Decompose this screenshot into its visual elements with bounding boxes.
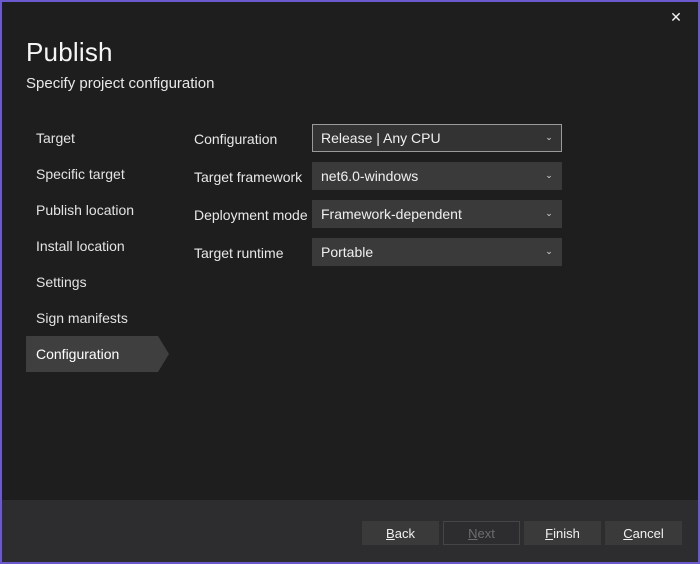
cancel-button[interactable]: Cancel <box>605 521 682 545</box>
chevron-down-icon: ⌄ <box>545 169 553 180</box>
back-button-accelerator: B <box>386 525 395 541</box>
sidebar-item-configuration[interactable]: Configuration <box>2 336 182 372</box>
title-bar: ✕ <box>2 2 698 32</box>
form-row-target-runtime: Target runtime Portable ⌄ <box>194 234 574 272</box>
chevron-down-icon: ⌄ <box>545 245 553 256</box>
configuration-label: Configuration <box>194 131 278 147</box>
target-framework-dropdown[interactable]: net6.0-windows ⌄ <box>312 162 562 190</box>
back-button[interactable]: Back <box>362 521 439 545</box>
header: Publish Specify project configuration <box>26 35 626 95</box>
sidebar-item-settings[interactable]: Settings <box>2 264 182 300</box>
deployment-mode-dropdown[interactable]: Framework-dependent ⌄ <box>312 200 562 228</box>
finish-button-label: inish <box>553 525 580 541</box>
form-row-target-framework: Target framework net6.0-windows ⌄ <box>194 158 574 196</box>
sidebar-item-label: Sign manifests <box>36 310 128 326</box>
configuration-selected-value: Release | Any CPU <box>321 130 441 146</box>
configuration-form: Configuration Release | Any CPU ⌄ Target fr… <box>194 120 574 272</box>
sidebar-item-label: Publish location <box>36 202 135 218</box>
sidebar-item-label: Target <box>36 130 75 146</box>
dialog-footer: Back Next Finish Cancel <box>2 500 698 562</box>
sidebar-item-label: Specific target <box>36 166 125 182</box>
configuration-dropdown[interactable]: Release | Any CPU ⌄ <box>312 124 562 152</box>
close-icon[interactable]: ✕ <box>654 2 698 32</box>
target-framework-selected-value: net6.0-windows <box>321 168 419 184</box>
sidebar-selected-arrow-icon <box>158 336 169 372</box>
target-runtime-dropdown[interactable]: Portable ⌄ <box>312 238 562 266</box>
sidebar-item-publish-location[interactable]: Publish location <box>2 192 182 228</box>
sidebar-item-label: Install location <box>36 238 125 254</box>
page-subtitle: Specify project configuration <box>26 75 215 92</box>
wizard-steps-sidebar: Target Specific target Publish location Ins… <box>2 120 182 372</box>
sidebar-item-specific-target[interactable]: Specific target <box>2 156 182 192</box>
next-button: Next <box>443 521 520 545</box>
next-button-accelerator: N <box>468 525 478 541</box>
deployment-mode-selected-value: Framework-dependent <box>321 206 462 222</box>
sidebar-item-sign-manifests[interactable]: Sign manifests <box>2 300 182 336</box>
sidebar-item-target[interactable]: Target <box>2 120 182 156</box>
chevron-down-icon: ⌄ <box>545 207 553 218</box>
finish-button[interactable]: Finish <box>524 521 601 545</box>
page-title: Publish <box>26 37 113 67</box>
sidebar-item-label: Settings <box>36 274 87 290</box>
cancel-button-accelerator: C <box>623 525 633 541</box>
sidebar-item-install-location[interactable]: Install location <box>2 228 182 264</box>
target-runtime-label: Target runtime <box>194 245 284 261</box>
form-row-configuration: Configuration Release | Any CPU ⌄ <box>194 120 574 158</box>
deployment-mode-label: Deployment mode <box>194 207 308 223</box>
cancel-button-label: ancel <box>632 525 664 541</box>
target-runtime-selected-value: Portable <box>321 244 374 260</box>
sidebar-item-label: Configuration <box>36 346 120 362</box>
target-framework-label: Target framework <box>194 169 303 185</box>
next-button-label: ext <box>477 525 495 541</box>
form-row-deployment-mode: Deployment mode Framework-dependent ⌄ <box>194 196 574 234</box>
chevron-down-icon: ⌄ <box>545 131 553 142</box>
publish-wizard-dialog: ✕ Publish Specify project configuration … <box>0 0 700 564</box>
finish-button-accelerator: F <box>545 525 554 541</box>
back-button-label: ack <box>394 525 415 541</box>
